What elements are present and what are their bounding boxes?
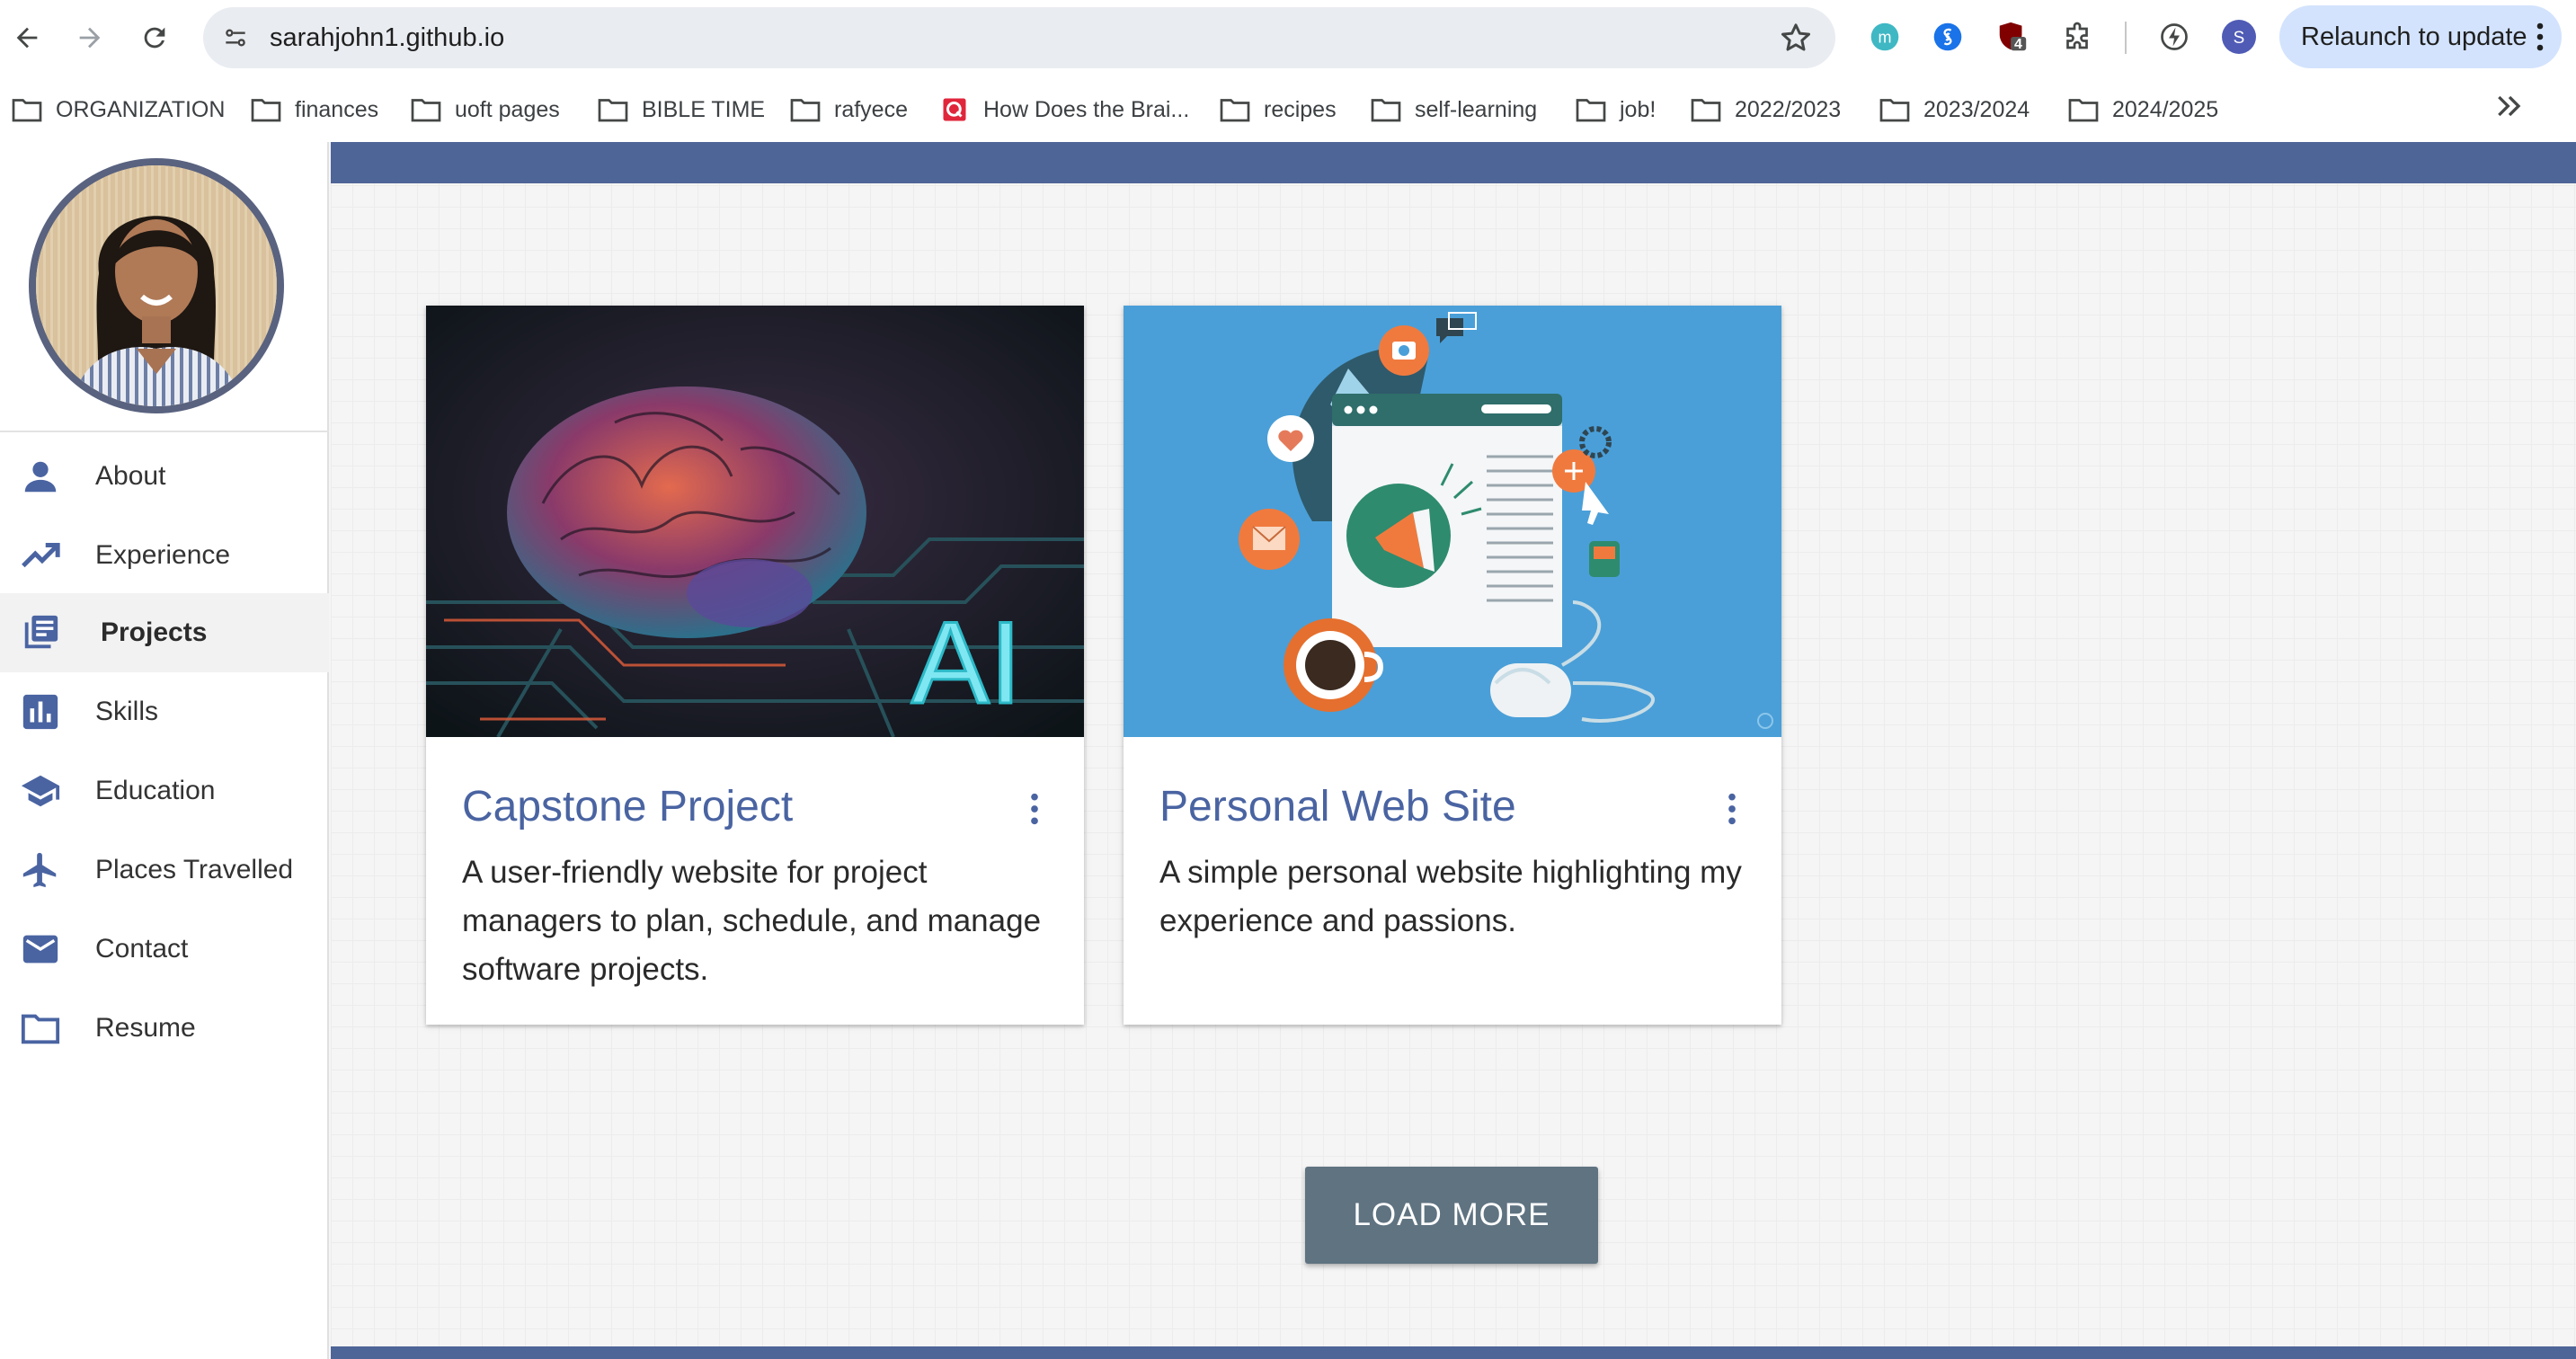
url-text[interactable]: sarahjohn1.github.io — [270, 7, 504, 68]
folder-icon — [411, 99, 441, 122]
nav-item-places-travelled[interactable]: Places Travelled — [0, 830, 329, 910]
airplane-icon — [16, 848, 65, 892]
graduation-cap-icon — [16, 769, 65, 813]
trending-up-icon — [16, 534, 65, 577]
bookmark-item[interactable]: 2024/2025 — [2067, 90, 2218, 129]
bookmark-item[interactable]: How Does the Brai... — [938, 90, 1189, 129]
nav-item-experience[interactable]: Experience — [0, 516, 329, 595]
ublock-extension-icon[interactable]: 4 — [1994, 18, 2031, 56]
nav-item-projects[interactable]: Projects — [0, 593, 329, 672]
forward-button[interactable] — [68, 16, 111, 59]
folder-icon — [1576, 99, 1606, 122]
folder-icon — [1220, 99, 1250, 122]
nav-item-resume[interactable]: Resume — [0, 989, 329, 1068]
reload-icon — [144, 27, 165, 49]
nav-label: Resume — [95, 1013, 196, 1043]
sidebar-divider — [0, 431, 329, 432]
kebab-menu-icon — [2536, 22, 2544, 51]
page-content: About Experience Projects Skills Educati… — [0, 142, 2576, 1359]
arrow-right-icon — [79, 27, 101, 49]
nav-label: Skills — [95, 697, 159, 726]
bookmarks-bar: ORGANIZATION finances uoft pages BIBLE T… — [0, 77, 2576, 142]
project-description: A user-friendly website for project mana… — [462, 855, 1042, 987]
extensions-puzzle-icon[interactable] — [2058, 18, 2096, 56]
card-menu-icon[interactable] — [1726, 791, 1738, 827]
nav-item-education[interactable]: Education — [0, 751, 329, 830]
project-image-ai-brain: AI — [426, 306, 1084, 737]
bookmark-star-icon[interactable] — [1778, 20, 1814, 56]
folder-icon — [16, 1007, 65, 1050]
bookmark-item[interactable]: uoft pages — [410, 90, 560, 129]
load-more-button[interactable]: LOAD MORE — [1305, 1167, 1598, 1264]
folder-icon — [598, 99, 628, 122]
folder-icon — [1371, 99, 1401, 122]
profile-avatar[interactable]: S — [2220, 18, 2258, 56]
nav-label: Education — [95, 776, 216, 805]
nav-item-skills[interactable]: Skills — [0, 672, 329, 751]
project-title[interactable]: Capstone Project — [462, 782, 793, 831]
sidebar: About Experience Projects Skills Educati… — [0, 142, 329, 1359]
folder-icon — [12, 99, 42, 122]
bookmark-item[interactable]: rafyece — [789, 90, 908, 129]
nav-label: Places Travelled — [95, 855, 294, 884]
bookmark-item[interactable]: 2022/2023 — [1690, 90, 1841, 129]
svg-text:S: S — [2234, 29, 2245, 48]
mail-icon — [16, 928, 65, 971]
folder-icon — [790, 99, 821, 122]
bookmark-item[interactable]: ORGANIZATION — [11, 90, 225, 129]
articles-icon — [16, 611, 65, 654]
nav-item-about[interactable]: About — [0, 437, 329, 516]
person-icon — [16, 455, 65, 498]
browser-toolbar: sarahjohn1.github.io m 4 S Relaunch to u… — [0, 0, 2576, 77]
relaunch-label: Relaunch to update — [2301, 22, 2527, 51]
reload-button[interactable] — [133, 16, 176, 59]
nav-label: Contact — [95, 934, 189, 964]
address-bar[interactable]: sarahjohn1.github.io — [203, 7, 1835, 68]
shazam-extension-icon[interactable] — [1929, 18, 1967, 56]
relaunch-to-update-button[interactable]: Relaunch to update — [2279, 5, 2562, 68]
performance-icon[interactable] — [2155, 18, 2193, 56]
project-image-web-illustration — [1124, 306, 1781, 737]
bookmark-item[interactable]: recipes — [1219, 90, 1337, 129]
bookmark-item[interactable]: job! — [1575, 90, 1656, 129]
nav-label: Experience — [95, 540, 231, 570]
folder-icon — [1879, 99, 1910, 122]
svg-text:m: m — [1879, 28, 1892, 46]
project-card-personal-website[interactable]: Personal Web Site A simple personal webs… — [1124, 306, 1781, 1025]
chevron-double-right-icon[interactable] — [2492, 88, 2527, 124]
nav-item-contact[interactable]: Contact — [0, 910, 329, 989]
ai-image-text: AI — [911, 597, 1022, 728]
back-button[interactable] — [5, 16, 49, 59]
header-band — [331, 142, 2576, 183]
main-content: AI Capstone Project A user-friendly webs… — [331, 142, 2576, 1359]
quizlet-icon — [943, 98, 966, 121]
extension-m-icon[interactable]: m — [1866, 18, 1904, 56]
project-title[interactable]: Personal Web Site — [1159, 782, 1516, 831]
nav-label: Projects — [101, 617, 208, 647]
bookmark-item[interactable]: BIBLE TIME — [597, 90, 765, 129]
folder-icon — [1691, 99, 1721, 122]
bookmark-item[interactable]: self-learning — [1370, 90, 1537, 129]
project-description: A simple personal website highlighting m… — [1159, 855, 1742, 938]
toolbar-separator — [2125, 22, 2127, 54]
nav-label: About — [95, 461, 166, 491]
card-menu-icon[interactable] — [1028, 791, 1041, 827]
profile-photo — [29, 158, 284, 413]
bar-chart-icon — [16, 690, 65, 733]
folder-icon — [2068, 99, 2099, 122]
folder-icon — [251, 99, 281, 122]
bookmark-item[interactable]: finances — [250, 90, 378, 129]
arrow-left-icon — [16, 27, 38, 49]
bookmark-item[interactable]: 2023/2024 — [1879, 90, 2030, 129]
site-info-icon[interactable] — [218, 20, 253, 56]
extension-badge: 4 — [2014, 37, 2022, 52]
footer-band — [331, 1346, 2576, 1359]
project-card-capstone[interactable]: AI Capstone Project A user-friendly webs… — [426, 306, 1084, 1025]
